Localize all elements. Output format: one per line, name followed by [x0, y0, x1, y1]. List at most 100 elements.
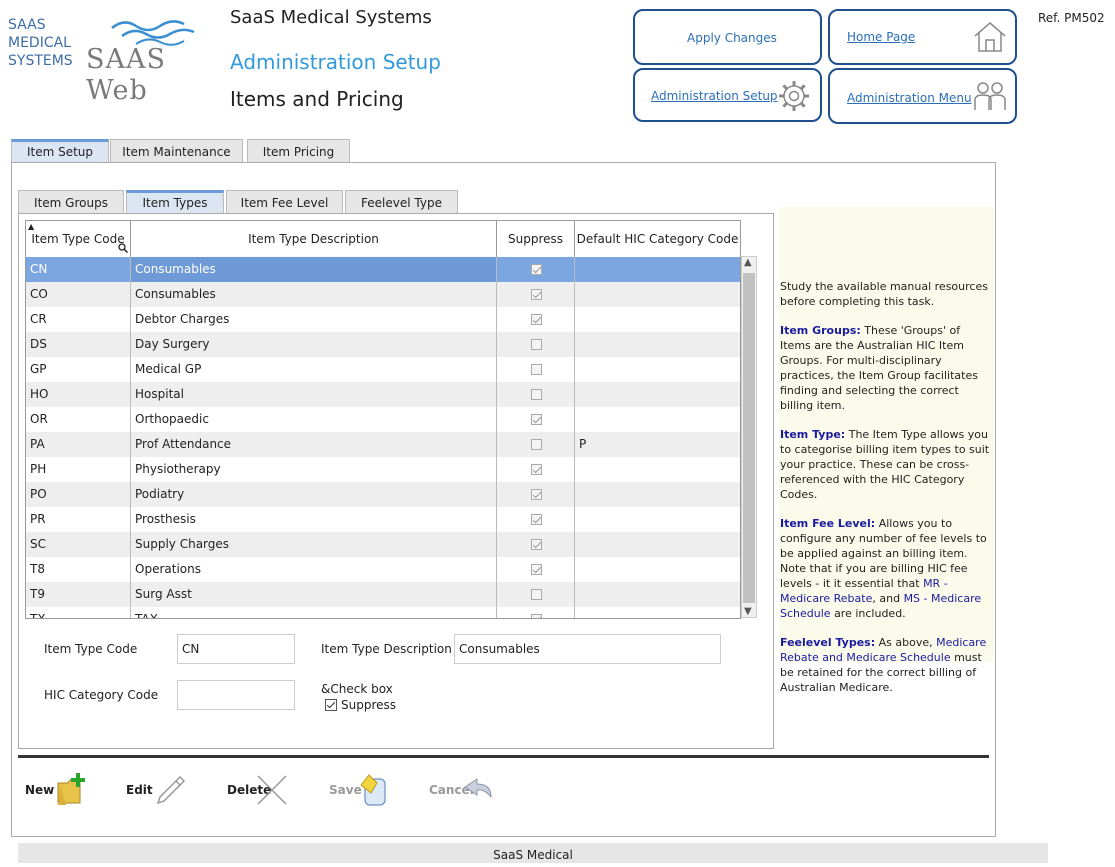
row-suppress-checkbox[interactable] [531, 389, 542, 400]
apply-changes-button[interactable]: Apply Changes [633, 9, 822, 65]
table-row[interactable]: OR Orthopaedic [26, 407, 740, 432]
row-suppress-checkbox[interactable] [531, 364, 542, 375]
subtab-item-types[interactable]: Item Types [126, 190, 224, 214]
column-header-description[interactable]: Item Type Description [131, 221, 497, 257]
home-page-button[interactable]: Home Page [828, 9, 1017, 65]
subtab-item-fee-level[interactable]: Item Fee Level [226, 190, 343, 214]
row-suppress-checkbox[interactable] [531, 514, 542, 525]
row-suppress-checkbox[interactable] [531, 439, 542, 450]
column-header-hic[interactable]: Default HIC Category Code [575, 221, 740, 257]
row-suppress-checkbox[interactable] [531, 264, 542, 275]
cell-hic [575, 557, 740, 582]
help-item-groups: Item Groups: These 'Groups' of Items are… [779, 323, 994, 413]
row-suppress-checkbox[interactable] [531, 339, 542, 350]
scrollbar-thumb[interactable] [743, 273, 755, 603]
table-row[interactable]: CR Debtor Charges [26, 307, 740, 332]
cell-hic [575, 607, 740, 618]
users-icon [974, 82, 1006, 110]
table-row[interactable]: HO Hospital [26, 382, 740, 407]
suppress-cell [497, 432, 575, 457]
table-row[interactable]: PA Prof Attendance P [26, 432, 740, 457]
help-feelevel-types: Feelevel Types: As above, Medicare Rebat… [779, 635, 994, 695]
tab-item-setup[interactable]: Item Setup [11, 139, 109, 163]
code-label: Item Type Code [44, 642, 138, 656]
grid-scrollbar[interactable]: ▲ ▼ [741, 256, 757, 618]
help-item-fee-level: Item Fee Level: Allows you to configure … [779, 516, 994, 621]
subtab-feelevel-type[interactable]: Feelevel Type [345, 190, 458, 214]
table-row[interactable]: SC Supply Charges [26, 532, 740, 557]
search-icon[interactable] [118, 243, 128, 253]
row-suppress-checkbox[interactable] [531, 464, 542, 475]
administration-menu-link[interactable]: Administration Menu [847, 91, 972, 105]
item-types-grid[interactable]: Item Type Code ▲ Item Type Description S… [25, 220, 741, 619]
table-row[interactable]: CO Consumables [26, 282, 740, 307]
administration-setup-button[interactable]: Administration Setup [633, 68, 822, 122]
hic-field[interactable] [177, 680, 295, 710]
cell-code: OR [26, 407, 131, 432]
cell-code: T9 [26, 582, 131, 607]
cell-description: Prosthesis [131, 507, 497, 532]
scroll-down-icon[interactable]: ▼ [744, 606, 752, 617]
new-button[interactable]: New [25, 773, 85, 805]
cell-description: Operations [131, 557, 497, 582]
save-button[interactable]: Save [329, 774, 386, 806]
home-page-link[interactable]: Home Page [847, 30, 915, 44]
column-header-suppress[interactable]: Suppress [497, 221, 575, 257]
delete-button[interactable]: Delete [227, 775, 287, 805]
page-title: Items and Pricing [230, 87, 404, 111]
table-row[interactable]: PH Physiotherapy [26, 457, 740, 482]
sort-icon[interactable]: ▲ [28, 221, 34, 245]
tab-item-maintenance[interactable]: Item Maintenance [110, 139, 243, 163]
edit-label: Edit [126, 783, 153, 797]
help-fee-title: Item Fee Level: [780, 517, 876, 530]
table-row[interactable]: PR Prosthesis [26, 507, 740, 532]
help-intro: Study the available manual resources bef… [780, 280, 988, 308]
cell-description: TAX [131, 607, 497, 618]
home-icon [974, 22, 1006, 52]
administration-menu-button[interactable]: Administration Menu [828, 68, 1017, 124]
description-field[interactable]: Consumables [454, 634, 721, 664]
suppress-cell [497, 257, 575, 282]
table-row[interactable]: GP Medical GP [26, 357, 740, 382]
suppress-cell [497, 407, 575, 432]
row-suppress-checkbox[interactable] [531, 314, 542, 325]
row-suppress-checkbox[interactable] [531, 539, 542, 550]
row-suppress-checkbox[interactable] [531, 289, 542, 300]
column-header-code-label: Item Type Code [31, 232, 125, 246]
scroll-up-icon[interactable]: ▲ [744, 257, 752, 268]
row-suppress-checkbox[interactable] [531, 589, 542, 600]
edit-button[interactable]: Edit [126, 775, 186, 805]
administration-setup-link[interactable]: Administration Setup [651, 89, 778, 103]
code-field[interactable]: CN [177, 634, 295, 664]
cancel-button[interactable]: Cancel [429, 778, 492, 799]
new-label: New [25, 783, 55, 797]
undo-arrow-icon [464, 778, 492, 799]
row-suppress-checkbox[interactable] [531, 564, 542, 575]
tab-item-pricing[interactable]: Item Pricing [247, 139, 350, 163]
suppress-cell [497, 532, 575, 557]
row-suppress-checkbox[interactable] [531, 489, 542, 500]
table-row[interactable]: T9 Surg Asst [26, 582, 740, 607]
suppress-checkbox[interactable] [325, 699, 337, 711]
suppress-cell [497, 357, 575, 382]
suppress-cell [497, 332, 575, 357]
table-row[interactable]: PO Podiatry [26, 482, 740, 507]
table-row[interactable]: T8 Operations [26, 557, 740, 582]
table-row[interactable]: TX TAX [26, 607, 740, 618]
suppress-cell [497, 482, 575, 507]
column-header-code[interactable]: Item Type Code ▲ [26, 221, 131, 257]
cell-code: PO [26, 482, 131, 507]
cell-code: CO [26, 282, 131, 307]
cell-hic [575, 307, 740, 332]
logo-line-2: MEDICAL [8, 35, 71, 51]
logo: SAAS MEDICAL SYSTEMS SAAS Web [2, 4, 224, 106]
table-row[interactable]: CN Consumables [26, 257, 740, 282]
cell-description: Podiatry [131, 482, 497, 507]
cell-hic [575, 582, 740, 607]
table-row[interactable]: DS Day Surgery [26, 332, 740, 357]
help-item-type: Item Type: The Item Type allows you to c… [779, 427, 994, 502]
subtab-item-groups[interactable]: Item Groups [18, 190, 124, 214]
row-suppress-checkbox[interactable] [531, 414, 542, 425]
cell-code: TX [26, 607, 131, 618]
row-suppress-checkbox[interactable] [531, 614, 542, 618]
